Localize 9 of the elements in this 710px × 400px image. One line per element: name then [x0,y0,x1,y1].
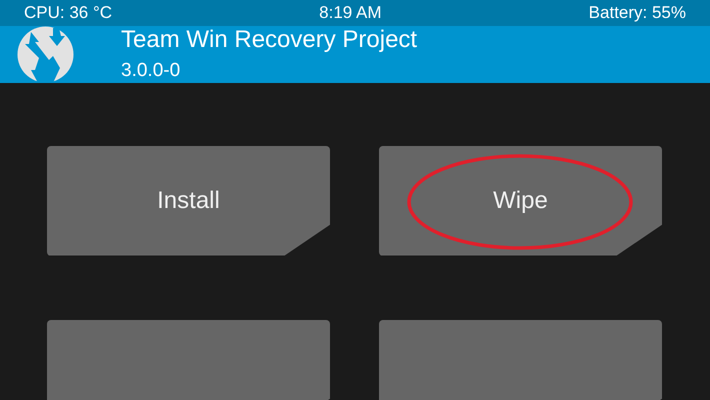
app-title: Team Win Recovery Project [121,26,418,54]
menu-button[interactable] [379,320,662,400]
menu-button[interactable]: Wipe [379,146,662,256]
version-label: 3.0.0-0 [121,60,182,82]
cpu-temperature: CPU: 36 °C [24,2,112,24]
battery-level: Battery: 55% [588,2,686,24]
menu-button[interactable]: Install [47,146,330,256]
clock: 8:19 AM [319,2,382,24]
menu-button[interactable] [47,320,330,400]
